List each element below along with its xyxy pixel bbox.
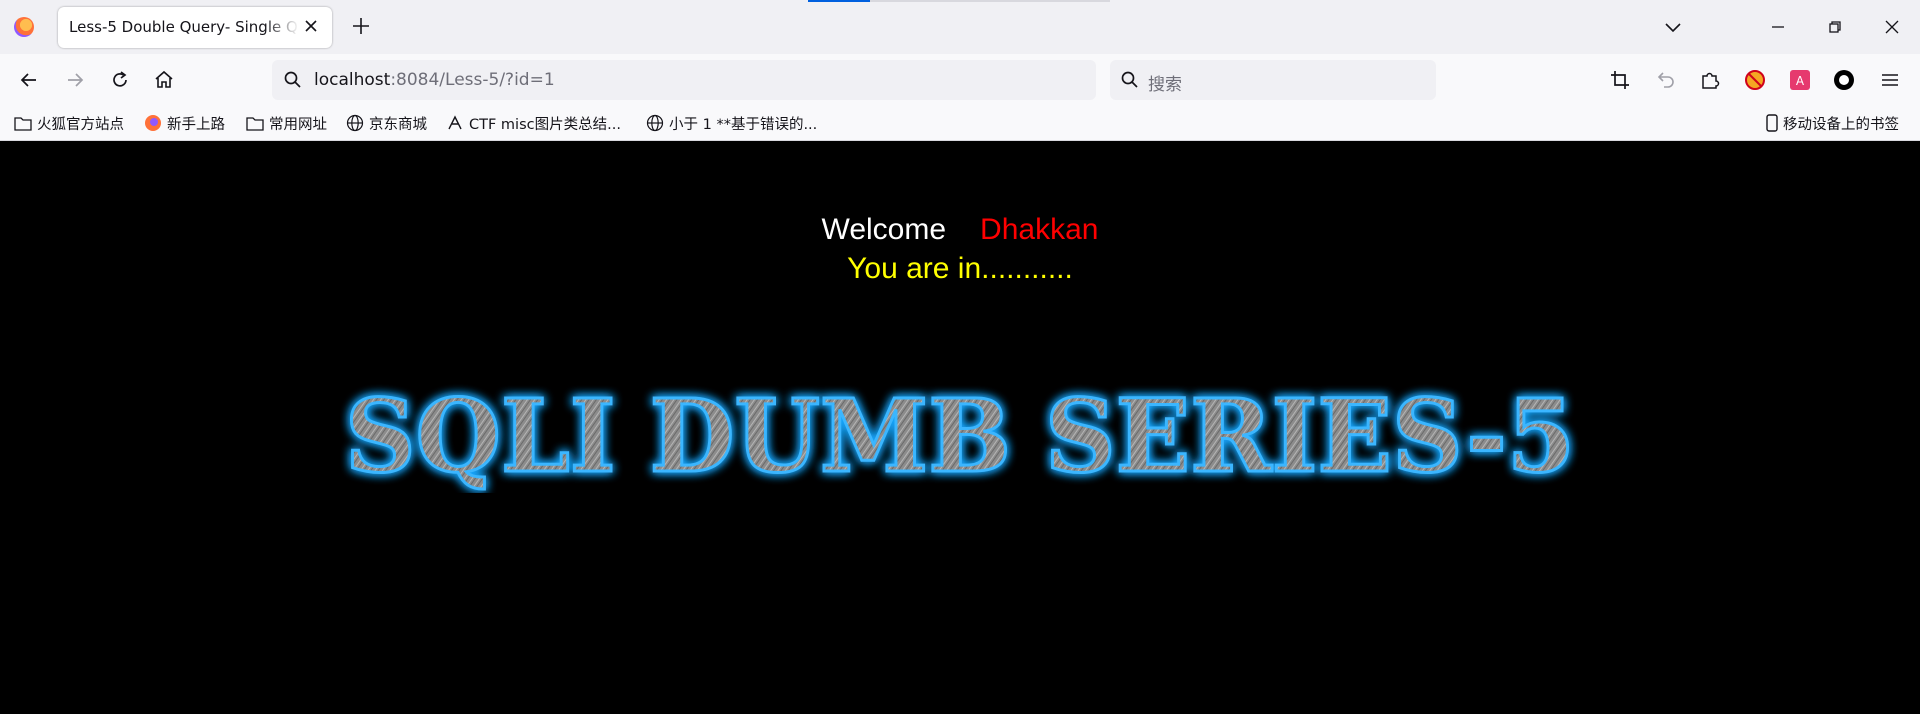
search-box[interactable]: 搜索 bbox=[1110, 60, 1436, 100]
undo-icon[interactable] bbox=[1652, 67, 1678, 93]
firefox-menu-icon[interactable] bbox=[14, 17, 34, 37]
welcome-text: Welcome bbox=[821, 213, 947, 246]
url-text[interactable]: localhost:8084/Less-5/?id=1 bbox=[314, 70, 555, 90]
tab-scroll-indicator bbox=[808, 0, 870, 2]
back-icon[interactable] bbox=[16, 67, 42, 93]
bookmark-item[interactable]: 小于 1 **基于错误的... bbox=[646, 112, 817, 134]
bookmark-item[interactable]: 新手上路 bbox=[144, 112, 225, 134]
globe-icon bbox=[346, 114, 364, 132]
svg-text:A: A bbox=[1796, 74, 1805, 88]
bookmark-label: 新手上路 bbox=[167, 116, 225, 133]
close-window-icon[interactable] bbox=[1879, 14, 1905, 40]
screenshot-crop-icon[interactable] bbox=[1607, 67, 1633, 93]
bookmark-item[interactable]: 京东商城 bbox=[346, 112, 427, 134]
blocker-extension-icon[interactable] bbox=[1742, 67, 1768, 93]
folder-icon bbox=[246, 117, 264, 131]
username-text: Dhakkan bbox=[980, 213, 1099, 246]
banner-text: SQLI DUMB SERIES-5 bbox=[345, 377, 1575, 493]
forward-icon[interactable] bbox=[62, 67, 88, 93]
record-extension-icon[interactable] bbox=[1831, 67, 1857, 93]
bookmark-label: CTF misc图片类总结... bbox=[469, 116, 621, 133]
page-icon bbox=[448, 115, 462, 130]
tab-active[interactable]: Less-5 Double Query- Single Quotes- Stri… bbox=[58, 7, 332, 48]
address-bar[interactable]: localhost:8084/Less-5/?id=1 bbox=[272, 60, 1096, 100]
bookmark-label: 火狐官方站点 bbox=[37, 116, 124, 133]
list-all-tabs-icon[interactable] bbox=[1660, 14, 1686, 40]
mobile-bookmarks-label: 移动设备上的书签 bbox=[1783, 116, 1899, 133]
bookmarks-toolbar: 火狐官方站点 新手上路 常用网址 京东商城 CTF misc图片类总结... 小… bbox=[0, 106, 1920, 141]
extensions-icon[interactable] bbox=[1697, 67, 1723, 93]
restore-icon[interactable] bbox=[1822, 14, 1848, 40]
close-tab-icon[interactable] bbox=[300, 15, 322, 37]
globe-icon bbox=[646, 114, 664, 132]
login-status-text: You are in........... bbox=[847, 252, 1073, 285]
bookmark-item[interactable]: CTF misc图片类总结... bbox=[446, 112, 621, 134]
bookmark-item[interactable]: 常用网址 bbox=[246, 112, 327, 134]
menu-icon[interactable] bbox=[1877, 67, 1903, 93]
mobile-device-icon bbox=[1766, 114, 1778, 132]
search-placeholder: 搜索 bbox=[1148, 75, 1182, 95]
sqli-dumb-series-banner: SQLI DUMB SERIES-5 bbox=[344, 376, 1577, 494]
new-tab-icon[interactable] bbox=[349, 14, 373, 38]
search-icon bbox=[284, 71, 301, 88]
url-host: localhost bbox=[314, 70, 391, 90]
folder-icon bbox=[14, 117, 32, 131]
tab-title: Less-5 Double Query- Single Quotes- Stri… bbox=[69, 18, 299, 36]
tab-scroll-track bbox=[870, 0, 1110, 2]
minimize-icon[interactable] bbox=[1765, 14, 1791, 40]
bookmark-item[interactable]: 火狐官方站点 bbox=[14, 112, 124, 134]
mobile-bookmarks[interactable]: 移动设备上的书签 bbox=[1766, 112, 1899, 134]
welcome-line: Welcome Dhakkan bbox=[0, 213, 1920, 247]
search-icon bbox=[1121, 71, 1138, 88]
navigation-toolbar: localhost:8084/Less-5/?id=1 搜索 A bbox=[0, 54, 1920, 106]
home-icon[interactable] bbox=[151, 67, 177, 93]
bookmark-label: 小于 1 **基于错误的... bbox=[669, 116, 818, 133]
page-content: Welcome Dhakkan You are in........... SQL… bbox=[0, 141, 1920, 714]
reload-icon[interactable] bbox=[107, 67, 133, 93]
url-path: :8084/Less-5/?id=1 bbox=[390, 70, 555, 90]
firefox-icon bbox=[145, 115, 161, 131]
translate-extension-icon[interactable]: A bbox=[1787, 67, 1813, 93]
browser-chrome: Less-5 Double Query- Single Quotes- Stri… bbox=[0, 0, 1920, 141]
bookmark-label: 京东商城 bbox=[369, 116, 427, 133]
bookmark-label: 常用网址 bbox=[269, 116, 327, 133]
tab-bar: Less-5 Double Query- Single Quotes- Stri… bbox=[0, 0, 1920, 54]
